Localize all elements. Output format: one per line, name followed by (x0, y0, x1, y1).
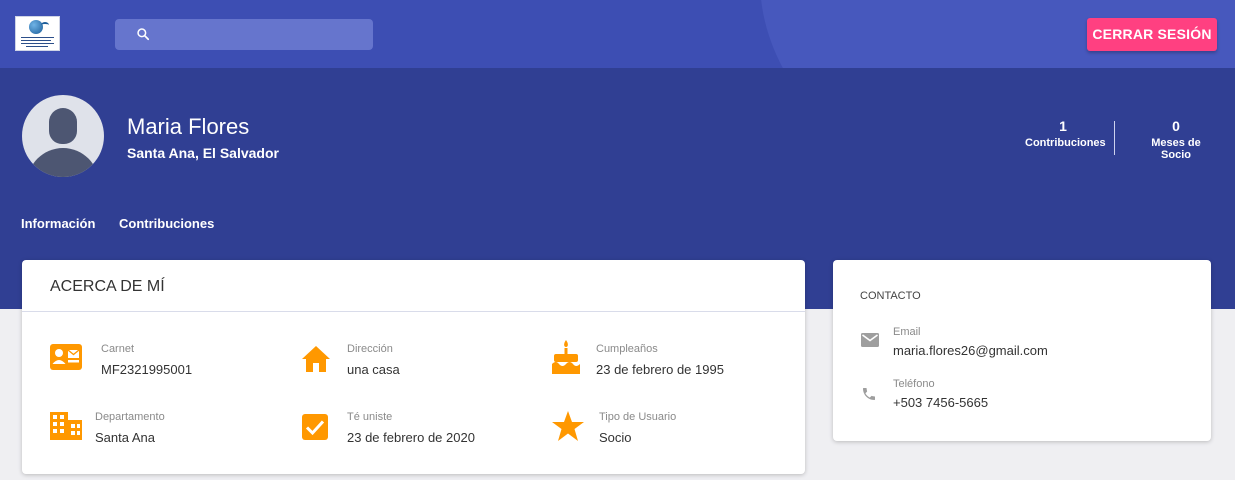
tab-contributions[interactable]: Contribuciones (119, 216, 214, 231)
divider (22, 311, 805, 312)
info-label: Dirección (347, 343, 393, 355)
contact-title: CONTACTO (860, 290, 921, 302)
info-label: Tipo de Usuario (599, 411, 677, 423)
phone-icon (863, 388, 875, 400)
contact-label: Teléfono (893, 378, 935, 390)
checkbox-icon (302, 414, 328, 440)
stat-value: 0 (1172, 118, 1180, 134)
info-label: Departamento (95, 411, 165, 423)
info-value: MF2321995001 (101, 362, 193, 377)
contact-value[interactable]: maria.flores26@gmail.com (893, 343, 1048, 358)
building-icon (50, 412, 82, 440)
cake-icon (552, 340, 580, 374)
info-label: Té uniste (347, 411, 393, 423)
star-icon (552, 411, 584, 441)
stat-divider (1114, 121, 1115, 155)
search-icon (137, 28, 150, 41)
home-icon (302, 346, 330, 372)
organization-logo[interactable] (15, 16, 60, 51)
stat-label: Contribuciones (1025, 137, 1106, 149)
stat-contributions: 1 Contribuciones (1025, 118, 1106, 149)
tab-information[interactable]: Información (21, 216, 95, 231)
stat-label: Meses de Socio (1151, 137, 1201, 161)
info-label: Carnet (101, 343, 135, 355)
search-box[interactable] (115, 19, 373, 50)
about-title: ACERCA DE MÍ (50, 278, 165, 295)
contact-value[interactable]: +503 7456-5665 (893, 395, 988, 410)
contact-label: Email (893, 326, 921, 338)
info-value: una casa (347, 362, 400, 377)
profile-location: Santa Ana, El Salvador (127, 145, 279, 161)
stat-membership-months: 0 Meses de Socio (1137, 118, 1215, 161)
info-label: Cumpleaños (596, 343, 658, 355)
info-value: Santa Ana (95, 430, 155, 445)
id-card-icon (50, 344, 82, 370)
contact-card: CONTACTO Email maria.flores26@gmail.com … (833, 260, 1211, 441)
email-icon (861, 333, 879, 347)
profile-name: Maria Flores (127, 114, 250, 139)
stat-value: 1 (1059, 118, 1067, 134)
about-card: ACERCA DE MÍ Carnet MF2321995001 Direcci… (22, 260, 805, 474)
info-value: 23 de febrero de 2020 (347, 430, 475, 445)
logout-button[interactable]: CERRAR SESIÓN (1087, 18, 1217, 51)
avatar[interactable] (22, 95, 104, 177)
info-value: Socio (599, 430, 632, 445)
top-app-bar: CERRAR SESIÓN (0, 0, 1235, 68)
info-value: 23 de febrero de 1995 (596, 362, 724, 377)
